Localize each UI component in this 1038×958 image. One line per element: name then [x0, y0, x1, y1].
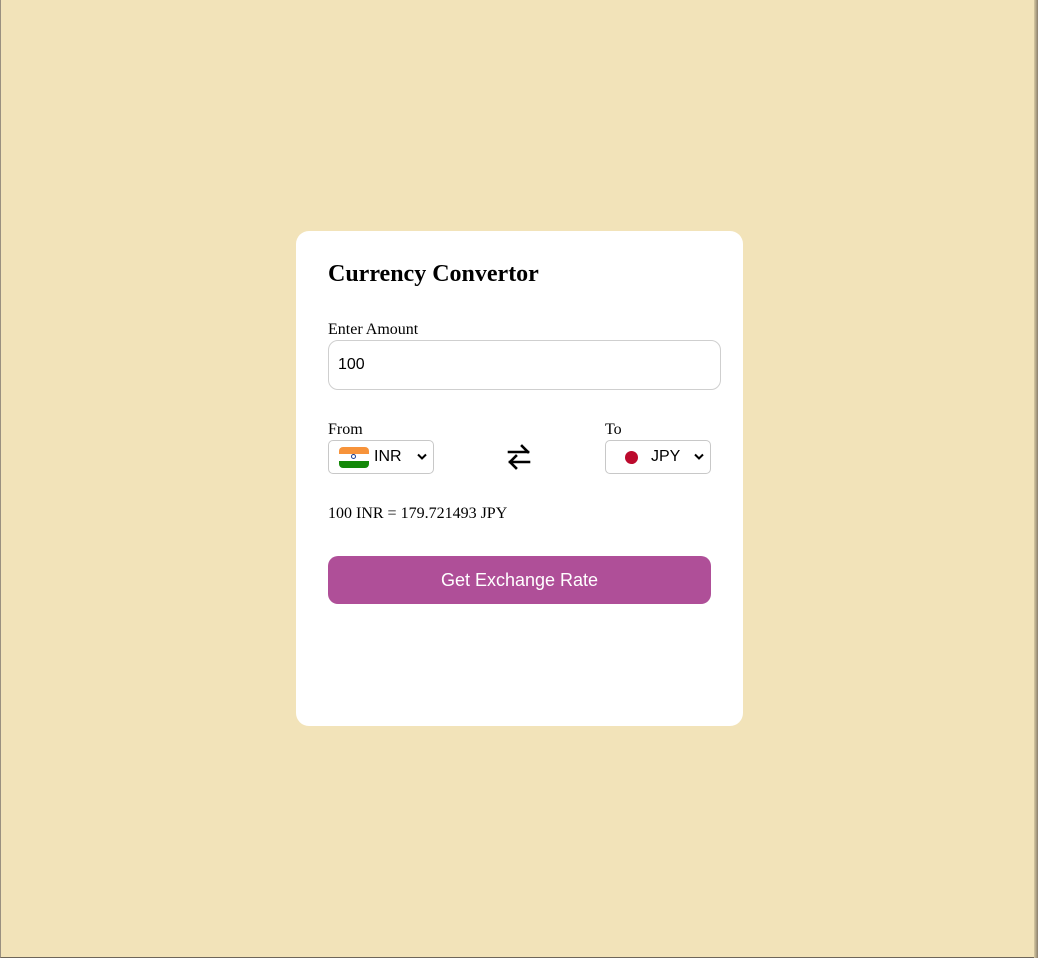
window-edge: [1034, 0, 1038, 958]
chevron-down-icon: [417, 453, 427, 460]
swap-arrows-icon[interactable]: [507, 443, 531, 471]
to-currency-select[interactable]: JPY: [605, 440, 711, 474]
chevron-down-icon: [694, 453, 704, 460]
exchange-result: 100 INR = 179.721493 JPY: [328, 505, 508, 522]
from-label: From: [328, 421, 363, 438]
amount-label: Enter Amount: [328, 321, 419, 338]
get-exchange-rate-button[interactable]: Get Exchange Rate: [328, 556, 711, 604]
page-title: Currency Convertor: [328, 261, 539, 287]
japan-flag-icon: [616, 447, 646, 468]
to-label: To: [605, 421, 622, 438]
from-currency-select[interactable]: INR: [328, 440, 434, 474]
converter-card: Currency Convertor Enter Amount From INR…: [296, 231, 743, 726]
india-flag-icon: [339, 447, 369, 468]
to-currency-code: JPY: [651, 448, 681, 465]
from-currency-code: INR: [374, 448, 402, 465]
amount-input[interactable]: [328, 340, 721, 390]
